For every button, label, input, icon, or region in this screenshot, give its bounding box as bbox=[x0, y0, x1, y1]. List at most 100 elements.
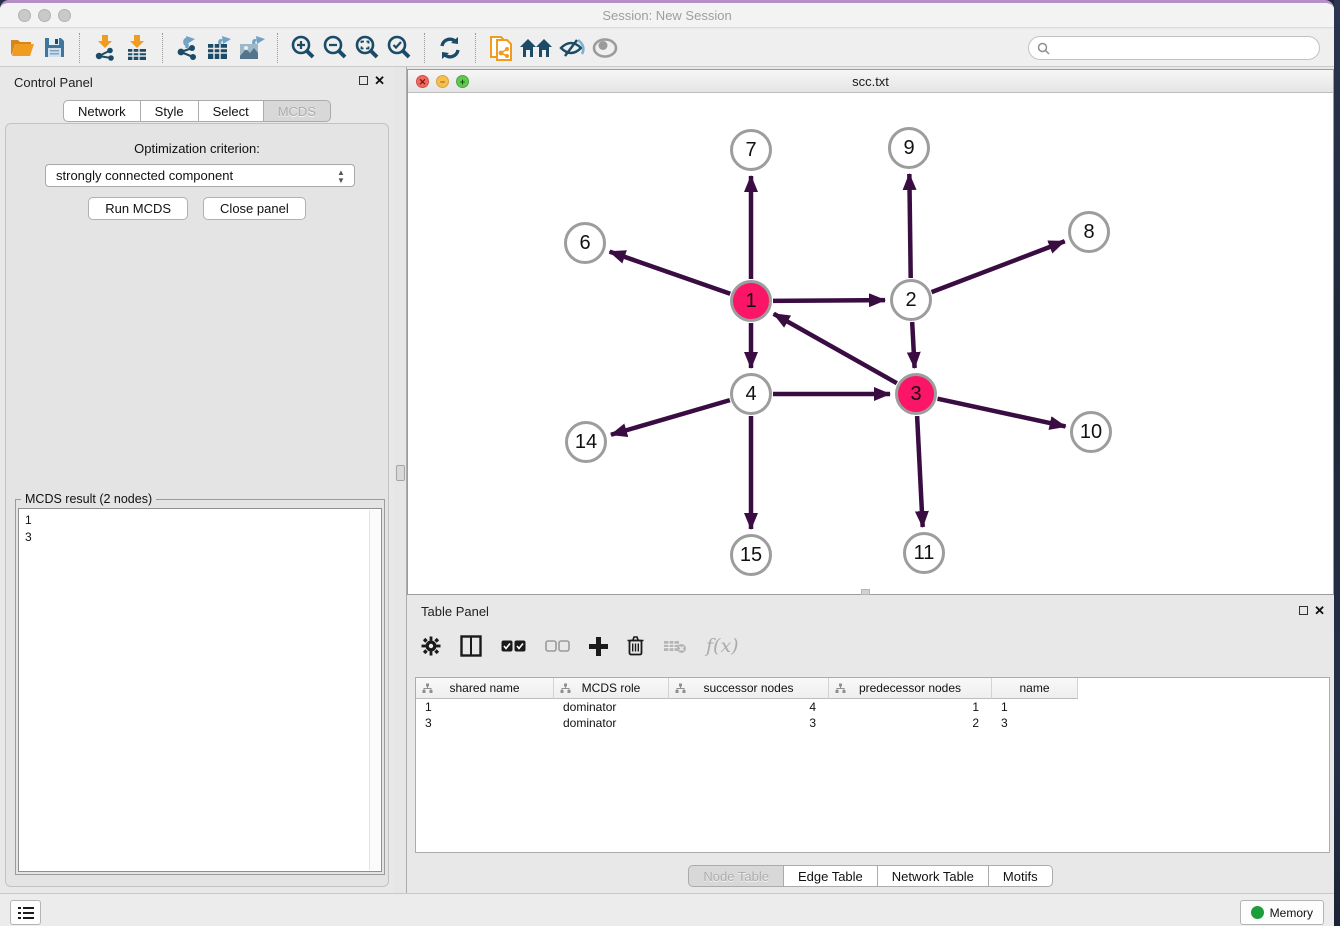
edge-3-10[interactable] bbox=[937, 399, 1065, 427]
close-panel-button[interactable]: Close panel bbox=[203, 197, 306, 220]
edge-1-6[interactable] bbox=[610, 252, 731, 294]
search-icon bbox=[1037, 42, 1050, 55]
tab-motifs[interactable]: Motifs bbox=[989, 865, 1053, 887]
cell-predecessor-nodes[interactable]: 2 bbox=[829, 715, 992, 731]
zoom-in-button[interactable] bbox=[287, 33, 319, 63]
graph-node-4[interactable]: 4 bbox=[730, 373, 772, 415]
export-image-button[interactable] bbox=[236, 33, 268, 63]
main-toolbar bbox=[0, 29, 1334, 67]
import-table-button[interactable] bbox=[121, 33, 153, 63]
export-table-button[interactable] bbox=[204, 33, 236, 63]
add-column-button[interactable] bbox=[589, 637, 608, 656]
tab-edge-table[interactable]: Edge Table bbox=[784, 865, 878, 887]
column-header-predecessor-nodes[interactable]: predecessor nodes bbox=[829, 678, 992, 699]
cell-name[interactable]: 3 bbox=[992, 715, 1078, 731]
graph-node-11[interactable]: 11 bbox=[903, 532, 945, 574]
tab-network[interactable]: Network bbox=[63, 100, 141, 122]
cell-successor-nodes[interactable]: 3 bbox=[669, 715, 829, 731]
optimization-criterion-select[interactable]: strongly connected component ▲▼ bbox=[45, 164, 355, 187]
graph-node-7[interactable]: 7 bbox=[730, 129, 772, 171]
table-settings-button[interactable] bbox=[421, 636, 441, 656]
node-table[interactable]: shared nameMCDS rolesuccessor nodesprede… bbox=[415, 677, 1330, 853]
network-canvas[interactable]: 7 9 6 8 1 2 4 3 14 10 15 11 bbox=[408, 93, 1333, 594]
edge-4-14[interactable] bbox=[611, 400, 730, 435]
zoom-selected-button[interactable] bbox=[383, 33, 415, 63]
delete-table-button[interactable] bbox=[663, 638, 687, 654]
attribute-type-icon bbox=[422, 683, 433, 694]
graph-node-9[interactable]: 9 bbox=[888, 127, 930, 169]
graph-node-14[interactable]: 14 bbox=[565, 421, 607, 463]
graph-node-10[interactable]: 10 bbox=[1070, 411, 1112, 453]
panel-splitter[interactable] bbox=[394, 67, 407, 893]
duplicate-network-button[interactable] bbox=[485, 33, 517, 63]
apply-function-button[interactable]: f(x) bbox=[706, 635, 739, 657]
cell-shared-name[interactable]: 1 bbox=[416, 699, 554, 715]
table-panel-float-button[interactable] bbox=[1299, 606, 1308, 615]
zoom-fit-button[interactable] bbox=[351, 33, 383, 63]
graph-node-15[interactable]: 15 bbox=[730, 534, 772, 576]
home-layout-button[interactable] bbox=[517, 33, 557, 63]
edge-3-11[interactable] bbox=[917, 416, 923, 527]
control-panel-float-button[interactable] bbox=[359, 76, 368, 85]
table-panel-close-button[interactable]: ✕ bbox=[1314, 603, 1325, 619]
table-row[interactable]: 3dominator323 bbox=[416, 715, 1329, 731]
app-window: Session: New Session bbox=[0, 0, 1334, 926]
cell-successor-nodes[interactable]: 4 bbox=[669, 699, 829, 715]
edge-2-9[interactable] bbox=[909, 174, 910, 278]
zoom-in-icon bbox=[290, 35, 316, 61]
attribute-type-icon bbox=[675, 683, 686, 694]
graph-node-3[interactable]: 3 bbox=[895, 373, 937, 415]
show-graphics-details-button[interactable] bbox=[589, 33, 621, 63]
import-network-button[interactable] bbox=[89, 33, 121, 63]
export-network-button[interactable] bbox=[172, 33, 204, 63]
show-column-panel-button[interactable] bbox=[460, 635, 482, 657]
table-row[interactable]: 1dominator411 bbox=[416, 699, 1329, 715]
tab-network-table[interactable]: Network Table bbox=[878, 865, 989, 887]
cell-shared-name[interactable]: 3 bbox=[416, 715, 554, 731]
zoom-out-button[interactable] bbox=[319, 33, 351, 63]
columns-icon bbox=[460, 635, 482, 657]
column-header-shared-name[interactable]: shared name bbox=[416, 678, 554, 699]
splitter-handle[interactable] bbox=[396, 465, 405, 481]
save-session-button[interactable] bbox=[38, 33, 70, 63]
graph-node-1[interactable]: 1 bbox=[730, 280, 772, 322]
optimization-criterion-label: Optimization criterion: bbox=[6, 141, 388, 156]
edge-1-2[interactable] bbox=[773, 300, 885, 301]
graph-node-8[interactable]: 8 bbox=[1068, 211, 1110, 253]
memory-button[interactable]: Memory bbox=[1240, 900, 1324, 925]
open-session-button[interactable] bbox=[6, 33, 38, 63]
run-mcds-button[interactable]: Run MCDS bbox=[88, 197, 188, 220]
tab-mcds[interactable]: MCDS bbox=[264, 100, 331, 122]
graph-node-6[interactable]: 6 bbox=[564, 222, 606, 264]
tab-node-table[interactable]: Node Table bbox=[688, 865, 784, 887]
export-table-icon bbox=[206, 35, 234, 61]
network-window-titlebar[interactable]: ✕ − + scc.txt bbox=[408, 70, 1333, 93]
tab-style[interactable]: Style bbox=[141, 100, 199, 122]
cell-name[interactable]: 1 bbox=[992, 699, 1078, 715]
search-field[interactable] bbox=[1028, 36, 1320, 60]
edge-2-3[interactable] bbox=[912, 322, 914, 368]
hide-graphics-details-button[interactable] bbox=[557, 33, 589, 63]
task-history-button[interactable] bbox=[10, 900, 41, 925]
edge-3-1[interactable] bbox=[774, 314, 897, 383]
delete-table-icon bbox=[663, 638, 687, 654]
column-header-name[interactable]: name bbox=[992, 678, 1078, 699]
control-panel-close-button[interactable]: ✕ bbox=[374, 73, 385, 89]
column-header-MCDS-role[interactable]: MCDS role bbox=[554, 678, 669, 699]
cell-MCDS-role[interactable]: dominator bbox=[554, 715, 669, 731]
edge-2-8[interactable] bbox=[932, 241, 1065, 292]
column-header-successor-nodes[interactable]: successor nodes bbox=[669, 678, 829, 699]
tab-select[interactable]: Select bbox=[199, 100, 264, 122]
mcds-result-line: 1 bbox=[25, 512, 375, 529]
graph-node-2[interactable]: 2 bbox=[890, 279, 932, 321]
delete-column-button[interactable] bbox=[627, 636, 644, 656]
mcds-result-scrollbar[interactable] bbox=[369, 510, 380, 870]
deselect-all-columns-button[interactable] bbox=[545, 640, 570, 652]
cell-MCDS-role[interactable]: dominator bbox=[554, 699, 669, 715]
select-all-columns-button[interactable] bbox=[501, 640, 526, 652]
cell-predecessor-nodes[interactable]: 1 bbox=[829, 699, 992, 715]
mcds-result-text[interactable]: 13 bbox=[18, 508, 382, 872]
network-window-resize-handle[interactable] bbox=[861, 589, 870, 595]
memory-status-icon bbox=[1251, 906, 1264, 919]
refresh-layout-button[interactable] bbox=[434, 33, 466, 63]
